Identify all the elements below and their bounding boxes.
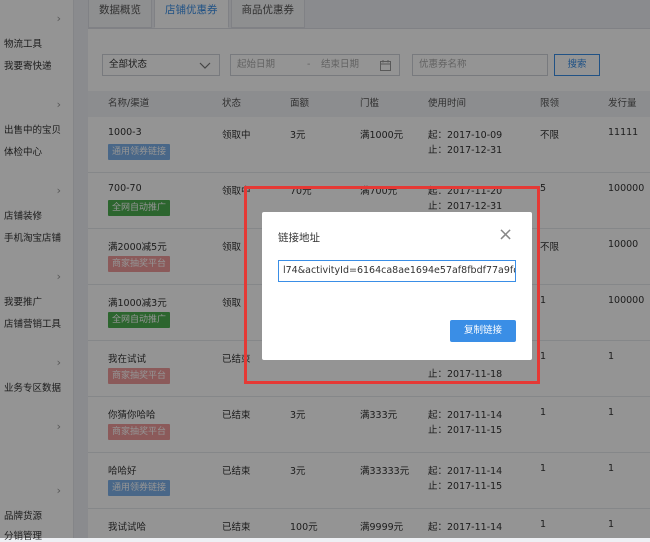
link-url-field[interactable]: l74&activityId=6164ca8ae1694e57af8fbdf77… [278,260,516,282]
copy-link-button[interactable]: 复制链接 [450,320,516,342]
close-icon[interactable]: × [498,226,513,244]
link-dialog: 链接地址 × l74&activityId=6164ca8ae1694e57af… [262,212,532,360]
dialog-title: 链接地址 [278,232,320,244]
